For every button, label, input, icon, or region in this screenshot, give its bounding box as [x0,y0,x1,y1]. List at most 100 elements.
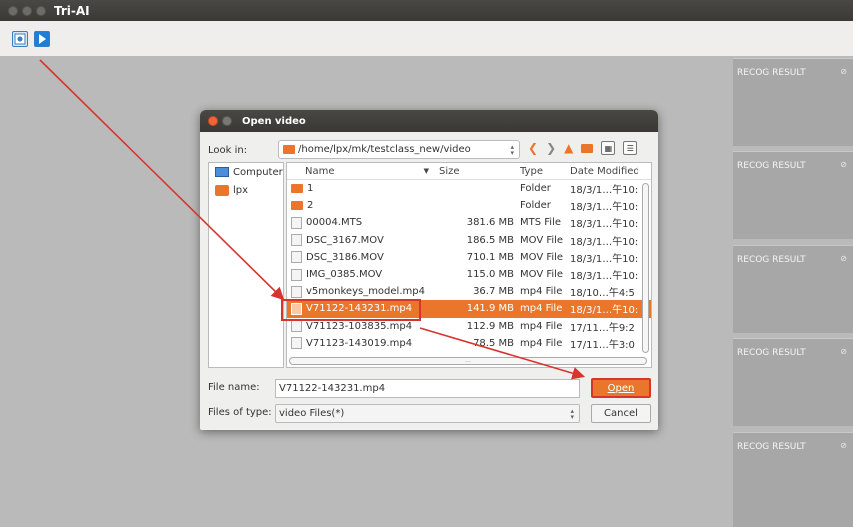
vertical-scrollbar[interactable] [642,183,649,353]
file-size: 381.6 MB [466,217,514,229]
file-type: MOV File [520,234,564,246]
file-type: mp4 File [520,337,563,349]
open-image-button[interactable] [12,30,28,47]
maximize-window-button[interactable] [36,5,46,16]
expand-icon[interactable]: ⊘ [840,160,847,169]
expand-icon[interactable]: ⊘ [840,254,847,263]
files-of-type-label: Files of type: [208,407,272,418]
file-icon [291,285,302,298]
recog-result-panel: RECOG RESULT ⊘ [733,338,853,426]
file-name: v5monkeys_model.mp4 [306,286,425,298]
sidebar-item-computer[interactable]: Computer [209,163,283,181]
expand-icon[interactable]: ⊘ [840,67,847,76]
dialog-title-bar: Open video [200,110,658,132]
places-sidebar: Computer lpx [208,162,284,368]
new-folder-icon[interactable] [581,143,594,153]
open-button[interactable]: Open [591,378,651,398]
look-in-row: Look in: /home/lpx/mk/testclass_new/vide… [208,140,650,160]
file-row[interactable]: v5monkeys_model.mp4 36.7 MB mp4 File 18/… [287,283,651,300]
file-date: 18/3/1…午10: [570,219,638,231]
file-date: 17/11…午9:2 [570,322,635,334]
sort-down-icon: ▼ [423,167,429,175]
file-name-input[interactable]: V71122-143231.mp4 [275,379,580,398]
recog-result-label: RECOG RESULT [737,161,806,171]
updown-icon: ▴ ▾ [570,407,574,421]
file-row[interactable]: 1 Folder 18/3/1…午10: [287,180,651,197]
file-type: MOV File [520,269,564,281]
file-size: 115.0 MB [466,269,514,281]
column-name-label: Name [305,165,335,177]
look-in-combobox[interactable]: /home/lpx/mk/testclass_new/video ▴ ▾ [278,140,520,159]
file-row[interactable]: 2 Folder 18/3/1…午10: [287,197,651,214]
sidebar-item-label: lpx [233,184,249,196]
file-row[interactable]: 00004.MTS 381.6 MB MTS File 18/3/1…午10: [287,214,651,231]
file-type-value: video Files(*) [279,408,345,419]
file-size: 141.9 MB [466,303,514,315]
file-row[interactable]: DSC_3167.MOV 186.5 MB MOV File 18/3/1…午1… [287,232,651,249]
minimize-window-button[interactable] [22,5,32,16]
file-icon [291,337,302,350]
file-list-header: Name ▼ Size Type Date Modified [287,163,651,180]
open-video-dialog: Open video Look in: /home/lpx/mk/testcla… [200,110,658,430]
forward-icon[interactable]: ❯ [546,141,556,155]
cancel-button[interactable]: Cancel [591,404,651,423]
file-name: DSC_3186.MOV [306,251,384,263]
file-list: Name ▼ Size Type Date Modified 1 Folder … [286,162,652,368]
file-icon [291,216,302,229]
back-icon[interactable]: ❮ [528,141,538,155]
file-type-row: Files of type: video Files(*) ▴ ▾ Cancel [208,403,651,425]
expand-icon[interactable]: ⊘ [840,347,847,356]
detail-view-icon[interactable]: ☰ [623,141,638,155]
list-view-icon[interactable]: ▦ [601,141,616,155]
toolbar [0,21,853,56]
column-header-type[interactable]: Type [518,166,568,177]
file-row[interactable]: IMG_0385.MOV 115.0 MB MOV File 18/3/1…午1… [287,266,651,283]
folder-icon [291,184,303,194]
look-in-label: Look in: [208,144,248,156]
file-type: mp4 File [520,320,563,332]
close-window-button[interactable] [8,5,18,16]
look-in-path: /home/lpx/mk/testclass_new/video [298,144,471,155]
recog-result-label: RECOG RESULT [737,255,806,265]
file-type: mp4 File [520,286,563,298]
file-type: MTS File [520,217,561,229]
file-name: 1 [307,183,314,195]
file-icon [291,320,302,333]
recog-result-label: RECOG RESULT [737,68,806,78]
file-name: IMG_0385.MOV [306,269,383,281]
file-size: 112.9 MB [466,320,514,332]
file-row[interactable]: V71123-143019.mp4 78.5 MB mp4 File 17/11… [287,335,651,352]
file-date: 18/3/1…午10: [570,271,638,283]
file-icon [291,251,302,264]
computer-icon [215,167,229,177]
file-row[interactable]: DSC_3186.MOV 710.1 MB MOV File 18/3/1…午1… [287,249,651,266]
horizontal-scrollbar[interactable]: ... [289,357,647,365]
folder-icon [291,201,303,211]
file-name: 2 [307,200,314,212]
dialog-minimize-button[interactable] [222,116,232,126]
file-name: V71123-143019.mp4 [306,337,413,349]
file-name-label: File name: [208,382,260,393]
up-icon[interactable]: ▲ [564,141,573,155]
file-type: MOV File [520,251,564,263]
expand-icon[interactable]: ⊘ [840,441,847,450]
file-type: Folder [520,200,551,212]
column-header-size[interactable]: Size [435,166,518,177]
file-size: 186.5 MB [466,234,514,246]
file-date: 18/3/1…午10: [570,236,638,248]
updown-icon: ▴ ▾ [510,143,514,157]
file-date: 18/3/1…午10: [570,305,638,317]
file-type-select[interactable]: video Files(*) ▴ ▾ [275,404,580,423]
column-header-date[interactable]: Date Modified [568,166,638,177]
sidebar-item-home[interactable]: lpx [209,181,283,199]
recog-result-panel: RECOG RESULT ⊘ [733,432,853,527]
home-folder-icon [215,184,229,196]
file-size: 36.7 MB [473,286,514,298]
file-size: 78.5 MB [473,337,514,349]
file-date: 18/3/1…午10: [570,253,638,265]
column-header-name[interactable]: Name ▼ [287,166,435,177]
open-video-button[interactable] [34,30,50,47]
dialog-close-button[interactable] [208,116,218,126]
file-date: 17/11…午3:0 [570,339,635,351]
file-name: DSC_3167.MOV [306,234,384,246]
